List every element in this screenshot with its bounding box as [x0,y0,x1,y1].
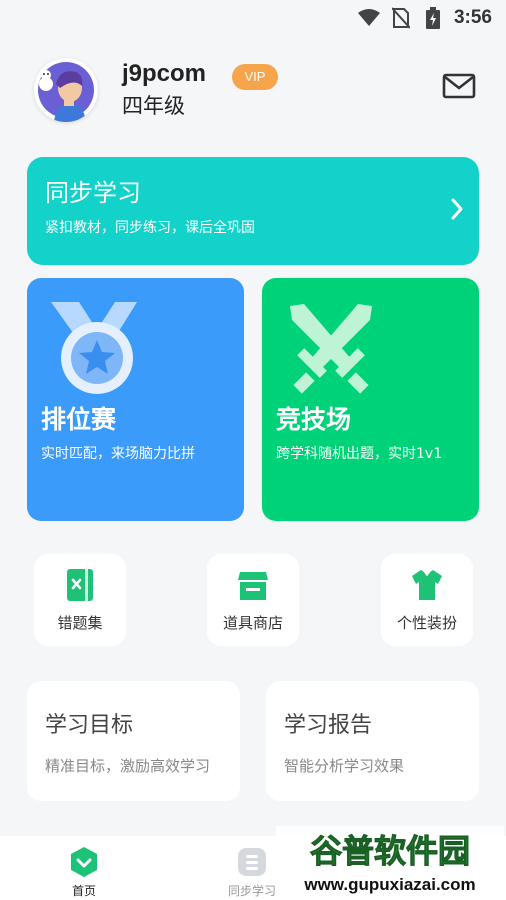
dress-up-label: 个性装扮 [396,614,457,632]
ranked-match-tile[interactable]: 排位赛 实时匹配，来场脑力比拼 [27,278,244,521]
study-goal-subtitle: 精准目标，激励高效学习 [45,757,211,775]
study-report-title: 学习报告 [284,713,373,738]
store-icon [238,568,268,602]
watermark-url: www.gupuxiazai.com [303,875,475,894]
home-icon [68,846,100,878]
sync-study-subtitle: 紧扣教材，同步练习，课后全巩固 [45,220,255,236]
nav-sync-study-label: 同步学习 [227,884,276,898]
ranked-match-subtitle: 实时匹配，来场脑力比拼 [41,446,195,462]
no-sim-icon [390,7,412,29]
profile-header: j9pcom VIP 四年级 [34,58,476,122]
crossed-swords-icon [276,296,386,406]
sync-study-icon [236,846,268,878]
notebook-icon [65,568,95,602]
ranked-match-title: 排位赛 [41,405,117,434]
tshirt-icon [412,568,442,602]
battery-charging-icon [422,7,444,29]
nav-home[interactable]: 首页 [54,842,114,898]
nav-home-label: 首页 [71,884,96,898]
arena-title: 竞技场 [276,405,352,434]
sync-study-card[interactable]: 同步学习 紧扣教材，同步练习，课后全巩固 [27,157,479,265]
study-report-subtitle: 智能分析学习效果 [284,757,405,775]
medal-icon [41,296,151,406]
study-report-card[interactable]: 学习报告 智能分析学习效果 [266,681,479,801]
watermark-title: 谷普软件园 [310,832,470,870]
mail-icon[interactable] [442,72,476,102]
dress-up-button[interactable]: 个性装扮 [381,554,473,646]
chevron-right-icon [449,197,465,221]
arena-subtitle: 跨学科随机出题，实时1v1 [276,446,443,462]
wrong-questions-button[interactable]: 错题集 [34,554,126,646]
study-goal-card[interactable]: 学习目标 精准目标，激励高效学习 [27,681,240,801]
username: j9pcom [122,60,207,87]
arena-tile[interactable]: 竞技场 跨学科随机出题，实时1v1 [262,278,479,521]
study-goal-title: 学习目标 [45,713,134,738]
item-store-label: 道具商店 [222,614,283,632]
status-bar: 3:56 [0,0,506,36]
wrong-questions-label: 错题集 [57,614,103,632]
watermark-logo: 谷普软件园 www.gupuxiazai.com [276,826,504,898]
sync-study-title: 同步学习 [45,179,141,207]
clock: 3:56 [453,7,492,28]
nav-sync-study[interactable]: 同步学习 [222,842,282,898]
item-store-button[interactable]: 道具商店 [207,554,299,646]
wifi-icon [357,7,380,29]
grade-label: 四年级 [122,94,185,118]
vip-badge: VIP [232,64,278,90]
avatar[interactable] [34,58,98,122]
